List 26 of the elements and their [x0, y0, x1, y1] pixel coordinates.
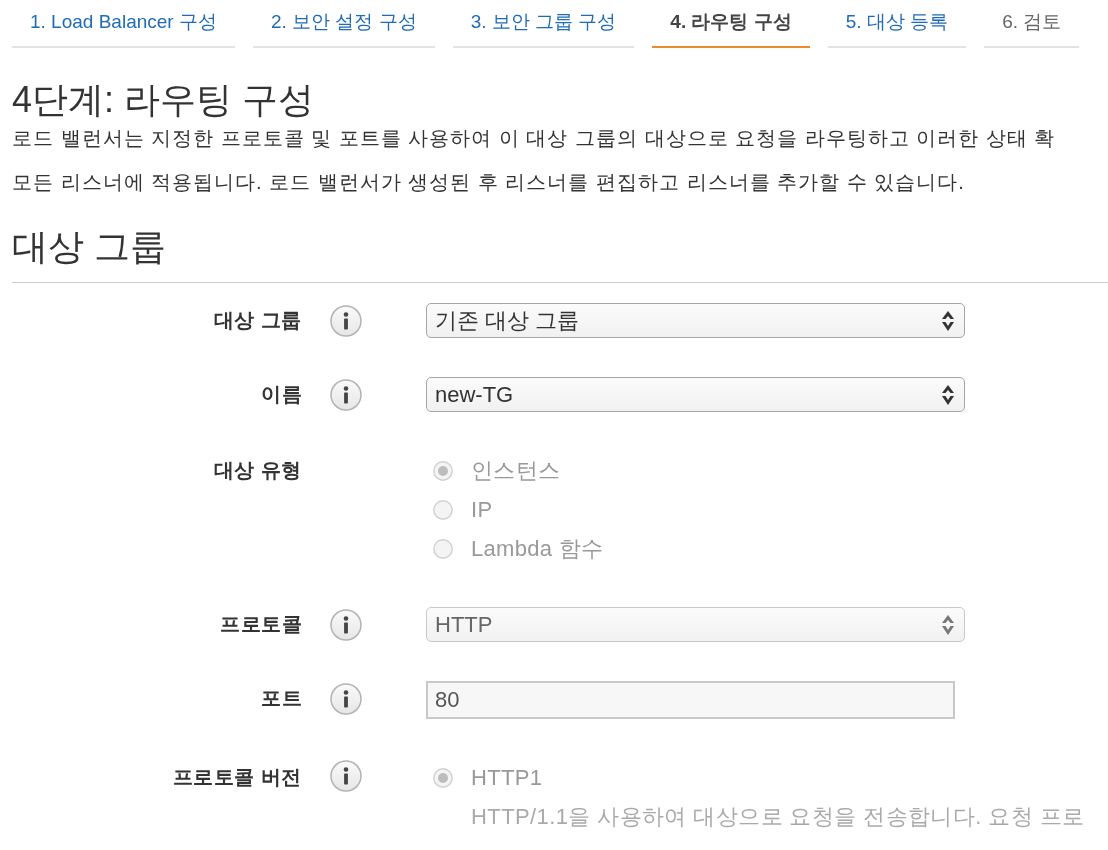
field-label: 프로토콜 [219, 612, 302, 637]
field-label: 프로토콜 버전 [171, 765, 302, 790]
radio-label: IP [471, 496, 493, 524]
field-label: 이름 [260, 382, 302, 407]
wizard-step-tab[interactable]: 4. 라우팅 구성 [652, 0, 810, 48]
updown-arrows-icon [942, 384, 954, 405]
info-icon[interactable] [330, 304, 362, 337]
dropdown[interactable]: new-TG [426, 377, 965, 412]
radio-label: 인스턴스 [471, 457, 561, 485]
field-label: 대상 그룹 [212, 308, 302, 333]
updown-arrows-icon [942, 614, 954, 635]
page-title: 4단계: 라우팅 구성 [12, 84, 316, 116]
radio-label: HTTP1 [471, 764, 543, 792]
field-label: 포트 [260, 686, 302, 711]
wizard-step-tab[interactable]: 1. Load Balancer 구성 [12, 0, 235, 48]
updown-arrows-icon [942, 310, 954, 331]
field-label: 대상 유형 [212, 458, 302, 483]
dropdown[interactable]: 기존 대상 그룹 [426, 303, 965, 338]
option-description: HTTP/1.1을 사용하여 대상으로 요청을 전송합니다. 요청 프로 [471, 803, 1085, 831]
section-title: 대상 그룹 [12, 225, 166, 269]
wizard-step-tab[interactable]: 2. 보안 설정 구성 [252, 0, 435, 48]
wizard-step-tab[interactable]: 5. 대상 등록 [827, 0, 967, 48]
radio-label: Lambda 함수 [471, 535, 604, 563]
intro-paragraph: 로드 밸런서는 지정한 프로토콜 및 포트를 사용하여 이 대상 그룹의 대상으로 요청을 라우팅하고 이러한 상태 확 모든 리스너에 적용됩니다. 로드 밸런서가 생성된 후 리스너를 편집하고 리스너를 추가할 수 있습니다. [12, 126, 1057, 195]
wizard-step-tab[interactable]: 3. 보안 그룹 구성 [452, 0, 635, 48]
info-icon[interactable] [330, 378, 362, 411]
